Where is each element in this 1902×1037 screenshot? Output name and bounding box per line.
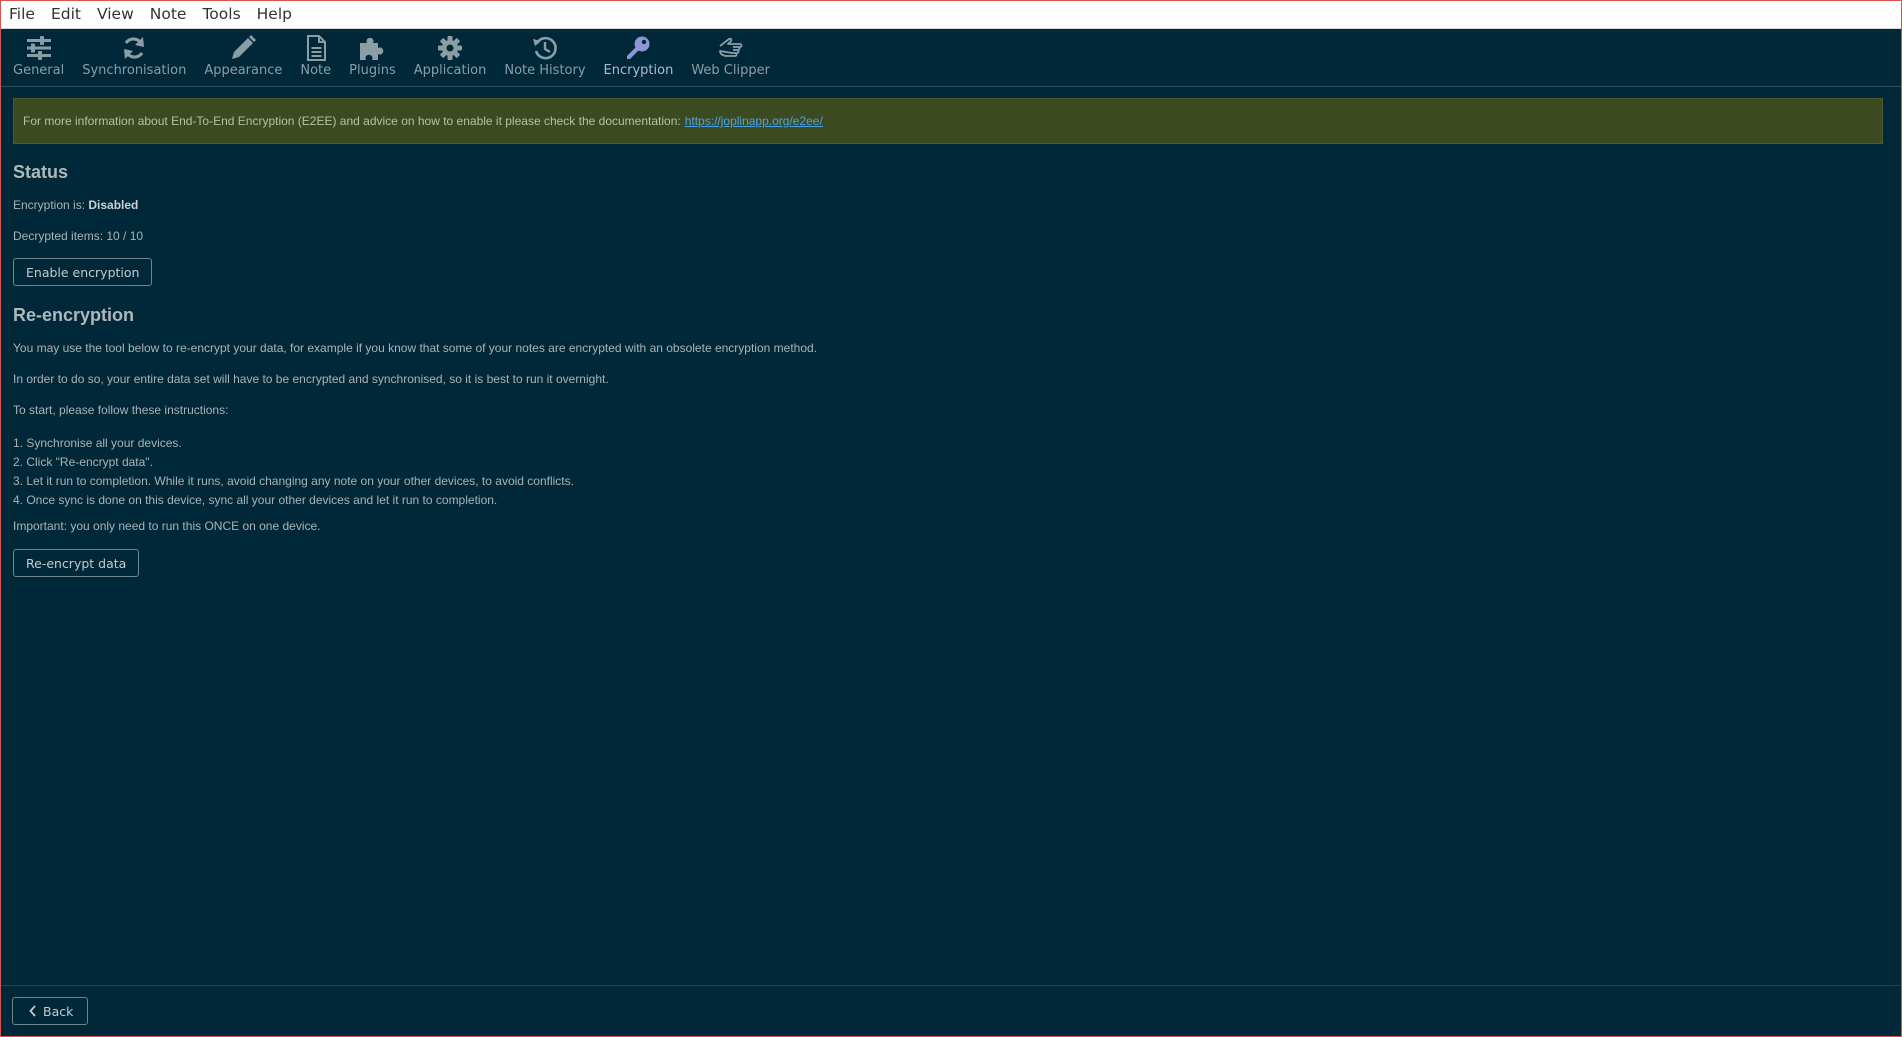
footer-divider <box>1 985 1901 986</box>
sync-icon <box>119 33 149 63</box>
tab-label: Appearance <box>204 63 283 78</box>
reencrypt-data-button[interactable]: Re-encrypt data <box>13 549 140 577</box>
menu-tools[interactable]: Tools <box>194 1 248 28</box>
menubar: File Edit View Note Tools Help <box>1 1 1901 29</box>
list-item: 3. Let it run to completion. While it ru… <box>13 474 574 488</box>
encryption-status: Encryption is: Disabled <box>13 198 138 213</box>
decrypted-items-count: Decrypted items: 10 / 10 <box>13 229 144 243</box>
reencryption-instructions-intro: To start, please follow these instructio… <box>13 403 229 417</box>
e2ee-documentation-link[interactable]: https://joplinapp.org/e2ee/ <box>685 114 823 128</box>
tab-encryption[interactable]: Encryption <box>595 29 683 79</box>
tab-synchronisation[interactable]: Synchronisation <box>73 29 195 79</box>
document-icon <box>301 33 331 63</box>
menu-note[interactable]: Note <box>142 1 195 28</box>
menu-help[interactable]: Help <box>249 1 300 28</box>
tab-label: Plugins <box>349 63 396 78</box>
menu-edit[interactable]: Edit <box>43 1 89 28</box>
pencil-icon <box>228 33 258 63</box>
list-item: 4. Once sync is done on this device, syn… <box>13 493 498 507</box>
tab-label: Web Clipper <box>691 63 770 78</box>
tab-general[interactable]: General <box>4 29 73 79</box>
tab-label: Synchronisation <box>82 63 187 78</box>
tab-label: General <box>13 63 65 78</box>
reencryption-heading: Re-encryption <box>13 305 135 325</box>
status-heading: Status <box>13 162 69 182</box>
tab-appearance[interactable]: Appearance <box>195 29 291 79</box>
tab-application[interactable]: Application <box>405 29 496 79</box>
sliders-icon <box>24 33 54 63</box>
list-item: 1. Synchronise all your devices. <box>13 436 182 450</box>
menu-view[interactable]: View <box>89 1 142 28</box>
settings-window: File Edit View Note Tools Help General S… <box>0 0 1902 1037</box>
list-item: 2. Click "Re-encrypt data". <box>13 455 153 469</box>
history-icon <box>530 33 560 63</box>
back-button[interactable]: Back <box>12 997 89 1025</box>
back-button-label: Back <box>43 1003 74 1019</box>
encryption-status-label: Encryption is: <box>13 198 86 212</box>
e2ee-info-banner: For more information about End-To-End En… <box>13 98 1883 144</box>
banner-text: For more information about End-To-End En… <box>23 114 681 128</box>
reencryption-intro: You may use the tool below to re-encrypt… <box>13 341 818 355</box>
enable-encryption-button[interactable]: Enable encryption <box>13 258 153 286</box>
tab-note[interactable]: Note <box>291 29 340 79</box>
tab-plugins[interactable]: Plugins <box>340 29 405 79</box>
encryption-settings-page: For more information about End-To-End En… <box>13 98 1883 577</box>
encryption-status-value: Disabled <box>88 198 139 212</box>
tab-note-history[interactable]: Note History <box>495 29 594 79</box>
tab-label: Application <box>413 63 487 78</box>
puzzle-icon <box>357 33 387 63</box>
reencryption-important-note: Important: you only need to run this ONC… <box>13 519 321 533</box>
reencryption-steps: 1. Synchronise all your devices. 2. Clic… <box>13 434 574 510</box>
reencryption-note: In order to do so, your entire data set … <box>13 372 609 386</box>
chevron-left-icon <box>29 1005 37 1017</box>
tab-label: Note History <box>504 63 586 78</box>
hand-icon <box>716 33 746 63</box>
menu-file[interactable]: File <box>1 1 43 28</box>
tab-label: Note <box>300 63 332 78</box>
gear-icon <box>435 33 465 63</box>
settings-tabbar: General Synchronisation Appearance Note … <box>1 29 1901 87</box>
tab-web-clipper[interactable]: Web Clipper <box>682 29 779 79</box>
key-icon <box>623 33 653 63</box>
tab-label: Encryption <box>603 63 674 78</box>
